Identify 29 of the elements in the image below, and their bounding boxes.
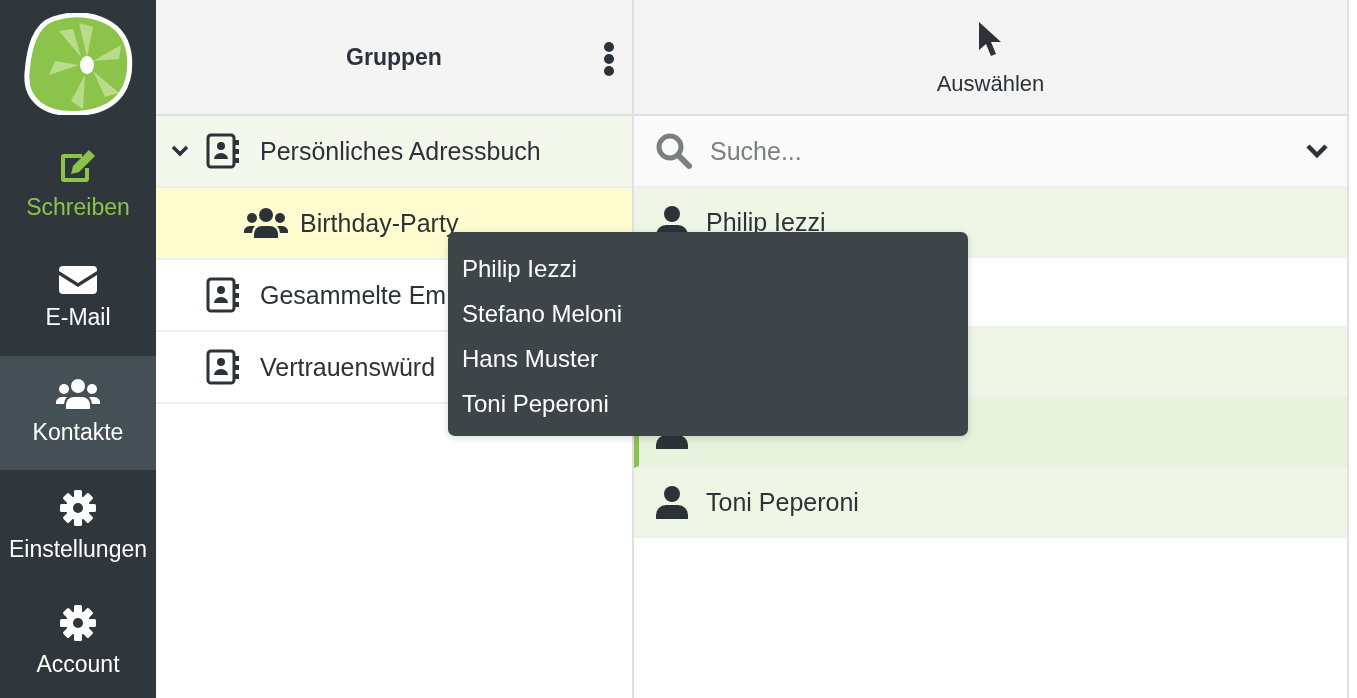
nav-item[interactable]: Account [0,584,156,698]
tooltip-line: Stefano Meloni [462,299,623,329]
envelope-icon [59,266,97,295]
gear-icon [60,604,96,641]
address-book-icon [206,349,240,385]
select-button[interactable]: Auswählen [936,21,1045,97]
nav-item[interactable]: Einstellungen [0,469,156,584]
search-field[interactable]: Suche... [634,116,1347,188]
chevron-icon[interactable] [171,145,189,157]
nav-item[interactable]: E-Mail [0,241,156,356]
users-icon [56,379,100,410]
edit-icon [58,148,98,185]
chevron-down-icon[interactable] [1305,143,1329,159]
gear-icon [60,490,96,527]
contact-item[interactable]: Toni Peperoni [634,468,1347,538]
users-icon [244,208,288,238]
search-icon [656,133,692,169]
address-book-icon [206,133,240,169]
nav-item[interactable]: Kontakte [0,355,156,470]
nav-item[interactable]: Schreiben [0,127,156,242]
address-book-icon [206,277,240,313]
kebab-menu-icon [604,42,614,76]
search-input[interactable]: Suche... [708,135,1289,167]
user-icon [656,485,688,519]
cursor-icon [978,21,1003,57]
more-options-button[interactable] [604,42,614,76]
group-item[interactable]: Persönliches Adressbuch [156,116,632,188]
panel-title: Gruppen [346,43,442,71]
tooltip-line: Hans Muster [462,344,599,374]
